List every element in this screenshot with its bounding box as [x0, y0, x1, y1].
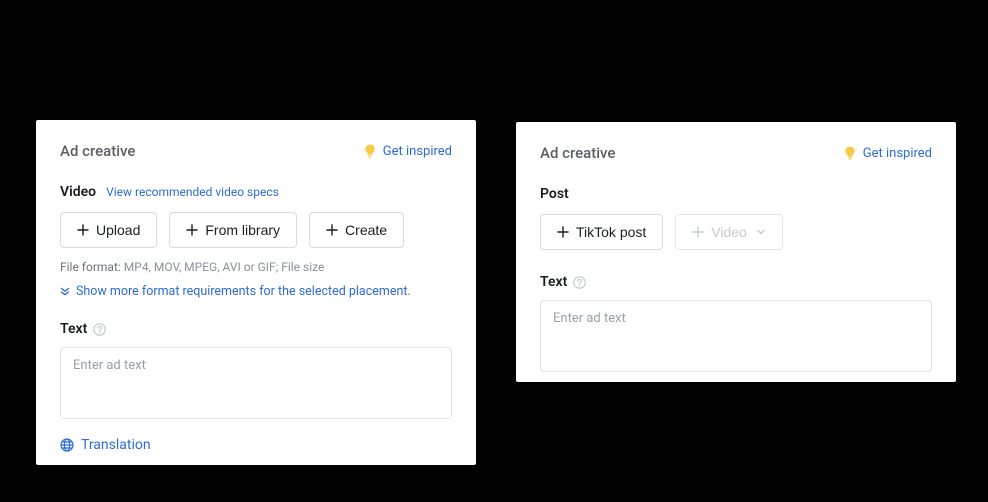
file-format-text: File format: MP4, MOV, MPEG, AVI or GIF;… — [60, 260, 452, 274]
help-icon[interactable] — [573, 276, 586, 289]
get-inspired-label: Get inspired — [863, 146, 932, 161]
translation-label: Translation — [81, 437, 151, 453]
ad-creative-panel-video: Ad creative Get inspired Video View reco… — [36, 120, 476, 465]
lightbulb-icon — [364, 145, 377, 158]
panel-header: Ad creative Get inspired — [60, 142, 452, 160]
text-section-header: Text — [540, 274, 932, 290]
create-label: Create — [345, 222, 387, 238]
get-inspired-label: Get inspired — [383, 144, 452, 159]
chevron-down-icon — [756, 227, 766, 237]
panel-title: Ad creative — [540, 144, 615, 162]
tiktok-post-label: TikTok post — [576, 224, 646, 240]
get-inspired-link[interactable]: Get inspired — [844, 146, 932, 161]
ad-creative-panel-post: Ad creative Get inspired Post TikTok pos… — [516, 122, 956, 382]
video-specs-link[interactable]: View recommended video specs — [106, 185, 279, 199]
plus-icon — [186, 224, 198, 236]
from-library-label: From library — [205, 222, 280, 238]
file-format-value: MP4, MOV, MPEG, AVI or GIF; File size — [124, 260, 325, 274]
show-more-format-link[interactable]: Show more format requirements for the se… — [60, 284, 452, 299]
ad-text-input[interactable] — [60, 347, 452, 419]
file-format-prefix: File format: — [60, 260, 121, 274]
tiktok-post-button[interactable]: TikTok post — [540, 214, 663, 250]
panel-title: Ad creative — [60, 142, 135, 160]
video-button-label: Video — [711, 224, 747, 240]
double-chevron-down-icon — [60, 287, 70, 297]
text-label: Text — [540, 274, 567, 290]
video-label: Video — [60, 184, 96, 200]
plus-icon — [326, 224, 338, 236]
panel-header: Ad creative Get inspired — [540, 144, 932, 162]
create-button[interactable]: Create — [309, 212, 404, 248]
lightbulb-icon — [844, 147, 857, 160]
video-section-header: Video View recommended video specs — [60, 184, 452, 200]
post-section-header: Post — [540, 186, 932, 202]
post-label: Post — [540, 186, 569, 202]
help-icon[interactable] — [93, 323, 106, 336]
translation-link[interactable]: Translation — [60, 437, 452, 453]
text-section-header: Text — [60, 321, 452, 337]
translation-icon — [60, 438, 74, 452]
upload-label: Upload — [96, 222, 140, 238]
video-dropdown-button: Video — [675, 214, 783, 250]
get-inspired-link[interactable]: Get inspired — [364, 144, 452, 159]
video-button-row: Upload From library Create — [60, 212, 452, 248]
from-library-button[interactable]: From library — [169, 212, 297, 248]
plus-icon — [77, 224, 89, 236]
post-button-row: TikTok post Video — [540, 214, 932, 250]
text-label: Text — [60, 321, 87, 337]
ad-text-input[interactable] — [540, 300, 932, 372]
plus-icon — [692, 226, 704, 238]
show-more-label: Show more format requirements for the se… — [76, 284, 411, 299]
upload-button[interactable]: Upload — [60, 212, 157, 248]
plus-icon — [557, 226, 569, 238]
